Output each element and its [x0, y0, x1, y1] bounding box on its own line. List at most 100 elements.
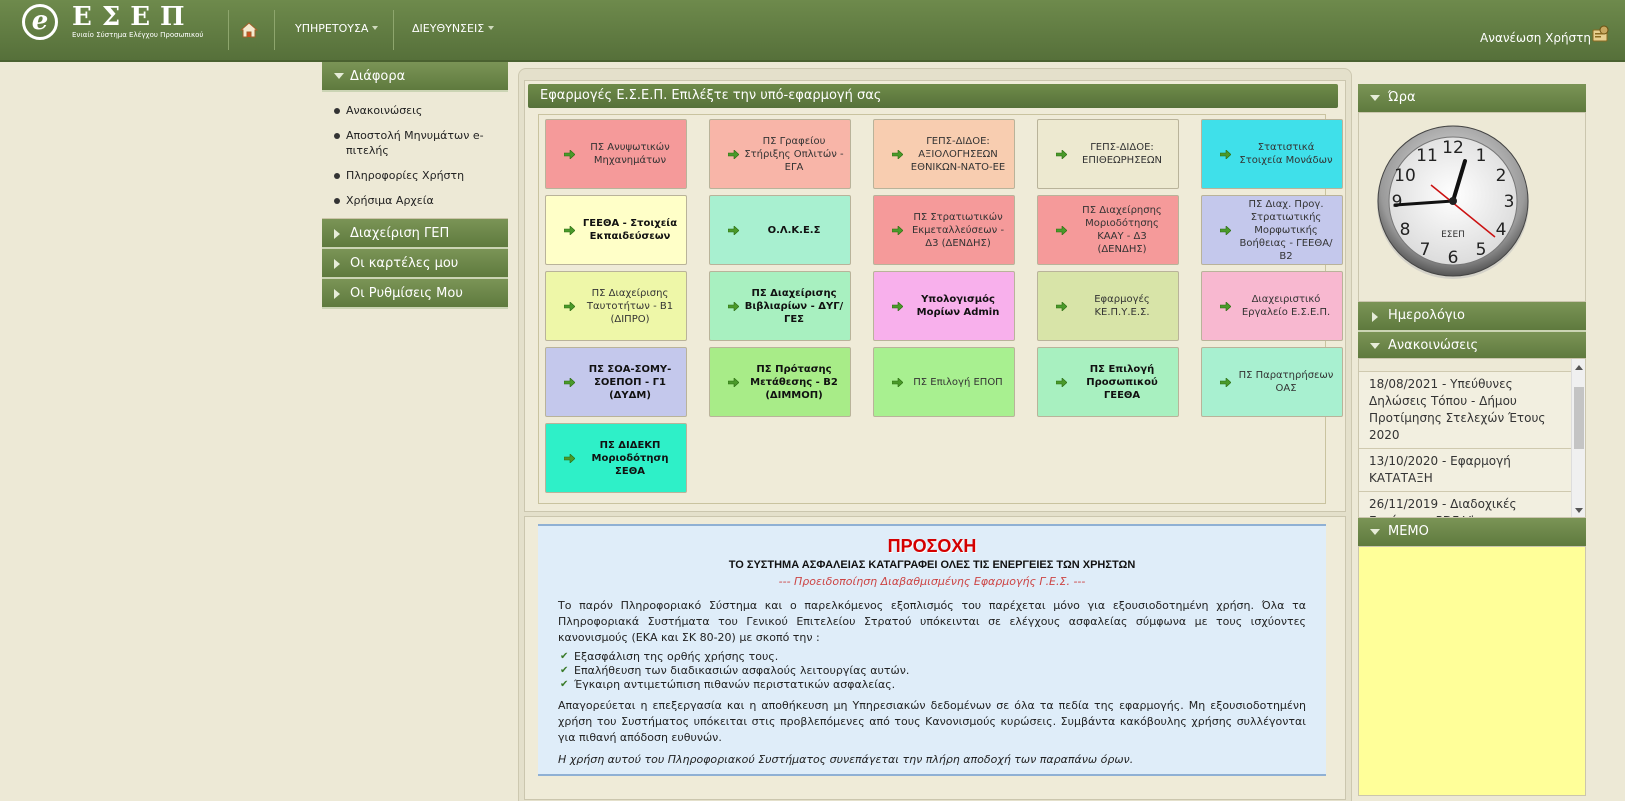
- sidebar-item-send-messages[interactable]: Αποστολή Μηνυμάτων e-πιτελής: [332, 128, 508, 158]
- app-tile-label: ΠΣ Διαχείρησης Μοριοδότησης ΚΑΑΥ - Δ3 (Δ…: [1082, 205, 1162, 255]
- svg-text:1: 1: [1476, 146, 1487, 166]
- scroll-thumb[interactable]: [1574, 387, 1584, 449]
- analog-clock: 12 12 345 678 91011 ΕΣΕΠ: [1377, 125, 1529, 279]
- app-tile[interactable]: Υπολογισμός Μορίων Admin: [873, 271, 1015, 341]
- section-label: Οι Ρυθμίσεις Μου: [350, 286, 463, 301]
- app-tile[interactable]: ΠΣ Γραφείου Στήριξης Οπλιτών - ΕΓΑ: [709, 119, 851, 189]
- memo-header[interactable]: ΜΕΜΟ: [1358, 518, 1586, 546]
- section-diafora-body: Ανακοινώσεις Αποστολή Μηνυμάτων e-πιτελή…: [322, 92, 508, 219]
- collapse-icon: [334, 259, 340, 269]
- arrow-right-icon: [1220, 302, 1231, 311]
- arrow-right-icon: [892, 302, 903, 311]
- scroll-up-icon[interactable]: [1575, 365, 1583, 370]
- announcement-item[interactable]: 26/11/2019 - Διαδοχικές Συνάψεις - PDF V…: [1359, 491, 1571, 517]
- warning-bullets: Εξασφάλιση της ορθής χρήσης τους. Επαλήθ…: [558, 650, 1306, 692]
- section-my-settings[interactable]: Οι Ρυθμίσεις Μου: [322, 279, 508, 309]
- section-diafora[interactable]: Διάφορα: [322, 62, 508, 92]
- warning-bullet: Εξασφάλιση της ορθής χρήσης τους.: [558, 650, 1306, 664]
- app-tile[interactable]: Ο.Λ.Κ.Ε.Σ: [709, 195, 851, 265]
- announcements-scrollbar[interactable]: [1571, 359, 1585, 517]
- app-tile[interactable]: ΠΣ ΣΟΑ-ΣΟΜΥ-ΣΟΕΠΟΠ - Γ1 (ΔΥΔΜ): [545, 347, 687, 417]
- memo-area[interactable]: [1358, 546, 1586, 796]
- app-logo[interactable]: e ΕΣΕΠ Ενιαίο Σύστημα Ελέγχου Προσωπικού: [22, 2, 212, 50]
- right-column: Ώρα 12 1 2 345 678 9 10 11 ΕΣΕΠ Ημερολόγιο Α…: [1358, 84, 1586, 796]
- announcements-list: 18/08/2021 - Υπεύθυνες Δηλώσεις Τόπου - …: [1358, 358, 1586, 518]
- app-tile[interactable]: ΠΣ Παρατηρήσεων ΟΑΣ: [1201, 347, 1343, 417]
- arrow-right-icon: [1056, 378, 1067, 387]
- scroll-down-icon[interactable]: [1575, 508, 1583, 513]
- section-my-cards[interactable]: Οι καρτέλες μου: [322, 249, 508, 279]
- app-tile-label: ΠΣ ΔΙΔΕΚΠ Μοριοδότηση ΣΕΘΑ: [591, 439, 669, 477]
- clock-widget: 12 1 2 345 678 9 10 11 ΕΣΕΠ: [1358, 112, 1586, 302]
- logo-mark: e: [22, 4, 58, 40]
- section-gep-management[interactable]: Διαχείριση ΓΕΠ: [322, 219, 508, 249]
- security-warning: ΠΡΟΣΟΧΗ ΤΟ ΣΥΣΤΗΜΑ ΑΣΦΑΛΕΙΑΣ ΚΑΤΑΓΡΑΦΕΙ …: [538, 524, 1326, 776]
- arrow-right-icon: [728, 378, 739, 387]
- app-tile[interactable]: ΠΣ Διαχείρησης Μοριοδότησης ΚΑΑΥ - Δ3 (Δ…: [1037, 195, 1179, 265]
- section-label: Διάφορα: [350, 69, 406, 84]
- app-tile[interactable]: ΠΣ ΔΙΔΕΚΠ Μοριοδότηση ΣΕΘΑ: [545, 423, 687, 493]
- warning-bullet: Επαλήθευση των διαδικασιών ασφαλούς λειτ…: [558, 664, 1306, 678]
- menu-label: ΥΠΗΡΕΤΟΥΣΑ: [295, 22, 369, 35]
- collapse-icon: [1372, 312, 1378, 322]
- calendar-title: Ημερολόγιο: [1388, 308, 1465, 323]
- collapse-icon: [334, 229, 340, 239]
- svg-text:7: 7: [1420, 240, 1431, 260]
- nav-divider: [274, 10, 275, 50]
- arrow-right-icon: [1056, 150, 1067, 159]
- chevron-down-icon: [372, 26, 379, 30]
- app-tile[interactable]: Διαχειριστικό Εργαλείο Ε.Σ.Ε.Π.: [1201, 271, 1343, 341]
- top-navigation-bar: e ΕΣΕΠ Ενιαίο Σύστημα Ελέγχου Προσωπικού…: [0, 0, 1625, 62]
- section-label: Διαχείριση ΓΕΠ: [350, 226, 450, 241]
- expand-icon: [1370, 343, 1380, 349]
- menu-ypiretousa[interactable]: ΥΠΗΡΕΤΟΥΣΑ: [295, 22, 379, 35]
- arrow-right-icon: [892, 226, 903, 235]
- sidebar-item-announcements[interactable]: Ανακοινώσεις: [332, 103, 508, 118]
- app-tile[interactable]: ΠΣ Πρότασης Μετάθεσης - Β2 (ΔΙΜΜΟΠ): [709, 347, 851, 417]
- arrow-right-icon: [892, 378, 903, 387]
- arrow-right-icon: [892, 150, 903, 159]
- app-tile[interactable]: Εφαρμογές ΚΕ.Π.Υ.Ε.Σ.: [1037, 271, 1179, 341]
- warning-title: ΠΡΟΣΟΧΗ: [887, 536, 977, 556]
- warning-paragraph: Απαγορεύεται η επεξεργασία και η αποθήκε…: [558, 699, 1306, 744]
- app-tile[interactable]: ΠΣ Διαχείρισης Ταυτοτήτων - Β1 (ΔΙΠΡΟ): [545, 271, 687, 341]
- announcements-header[interactable]: Ανακοινώσεις: [1358, 330, 1586, 358]
- user-refresh-icon[interactable]: [1591, 25, 1611, 43]
- logo-letters: ΕΣΕΠ: [72, 2, 195, 32]
- app-tile[interactable]: ΓΕΠΣ-ΔΙΔΟΕ: ΑΞΙΟΛΟΓΗΣΕΩΝ ΕΘΝΙΚΩΝ-ΝΑΤΟ-ΕΕ: [873, 119, 1015, 189]
- announcement-item[interactable]: 13/10/2020 - Εφαρμογή ΚΑΤΑΤΑΞΗ: [1359, 448, 1571, 491]
- arrow-right-icon: [728, 226, 739, 235]
- user-refresh-link[interactable]: Ανανέωση Χρήστη: [1480, 31, 1591, 45]
- clock-header[interactable]: Ώρα: [1358, 84, 1586, 112]
- collapse-icon: [334, 289, 340, 299]
- warning-paragraph: Το παρόν Πληροφοριακό Σύστημα και ο παρε…: [558, 599, 1306, 644]
- app-tile[interactable]: ΓΕΠΣ-ΔΙΔΟΕ: ΕΠΙΘΕΩΡΗΣΕΩΝ: [1037, 119, 1179, 189]
- announcement-item[interactable]: 18/08/2021 - Υπεύθυνες Δηλώσεις Τόπου - …: [1359, 371, 1571, 448]
- arrow-right-icon: [1220, 150, 1231, 159]
- svg-text:4: 4: [1496, 220, 1507, 240]
- nav-divider: [228, 10, 229, 50]
- app-tile[interactable]: ΠΣ Επιλογή ΕΠΟΠ: [873, 347, 1015, 417]
- warning-notice: --- Προειδοποίηση Διαβαθμισμένης Εφαρμογ…: [778, 575, 1086, 588]
- app-tile[interactable]: Στατιστικά Στοιχεία Μονάδων: [1201, 119, 1343, 189]
- arrow-right-icon: [564, 302, 575, 311]
- menu-dieuthynseis[interactable]: ΔΙΕΥΘΥΝΣΕΙΣ: [412, 22, 495, 35]
- svg-text:9: 9: [1392, 192, 1403, 212]
- app-tile[interactable]: ΓΕΕΘΑ - Στοιχεία Εκπαιδεύσεων: [545, 195, 687, 265]
- app-tile-label: Εφαρμογές ΚΕ.Π.Υ.Ε.Σ.: [1094, 294, 1150, 318]
- sidebar-item-user-info[interactable]: Πληροφορίες Χρήστη: [332, 168, 508, 183]
- arrow-right-icon: [1056, 226, 1067, 235]
- app-tile-label: ΓΕΠΣ-ΔΙΔΟΕ: ΑΞΙΟΛΟΓΗΣΕΩΝ ΕΘΝΙΚΩΝ-ΝΑΤΟ-ΕΕ: [910, 135, 1006, 173]
- sidebar-item-useful-files[interactable]: Χρήσιμα Αρχεία: [332, 193, 508, 208]
- home-icon[interactable]: [239, 22, 259, 38]
- app-tile[interactable]: ΠΣ Στρατιωτικών Εκμεταλλεύσεων - Δ3 (ΔΕΝ…: [873, 195, 1015, 265]
- app-tile[interactable]: ΠΣ Διαχείρισης Βιβλιαρίων - ΔΥΓ/ΓΕΣ: [709, 271, 851, 341]
- arrow-right-icon: [1220, 378, 1231, 387]
- app-tile[interactable]: ΠΣ Επιλογή Προσωπικού ΓΕΕΘΑ: [1037, 347, 1179, 417]
- calendar-header[interactable]: Ημερολόγιο: [1358, 302, 1586, 330]
- app-tile[interactable]: ΠΣ Διαχ. Προγ. Στρατιωτικής Μορφωτικής Β…: [1201, 195, 1343, 265]
- apps-panel-title: Εφαρμογές Ε.Σ.Ε.Π. Επιλέξτε την υπό-εφαρ…: [528, 84, 1338, 108]
- clock-title: Ώρα: [1388, 90, 1416, 105]
- clock-brand: ΕΣΕΠ: [1441, 230, 1465, 240]
- app-tile[interactable]: ΠΣ Ανυψωτικών Μηχανημάτων: [545, 119, 687, 189]
